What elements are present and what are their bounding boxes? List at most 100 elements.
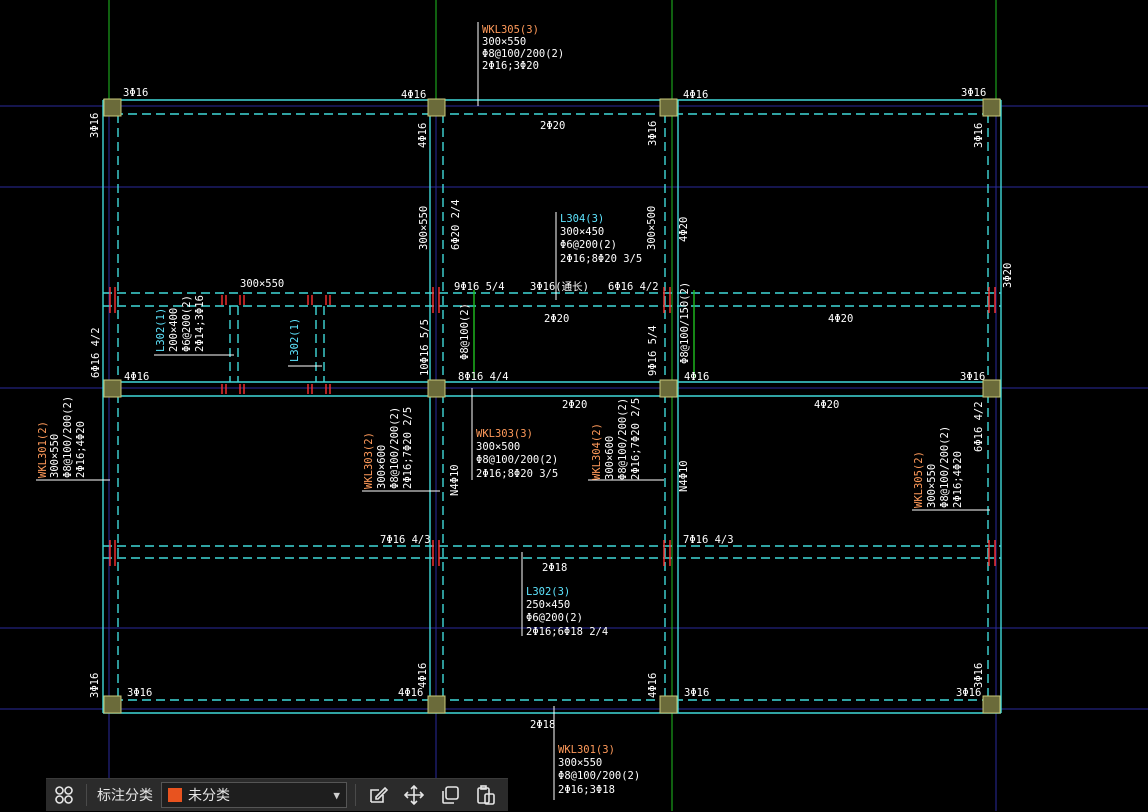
rebar-label: 4Φ16: [124, 371, 149, 383]
rebar-label: 6Φ16 4/2: [90, 327, 102, 378]
rebar-label: 2Φ16;7Φ20 2/5: [402, 407, 414, 489]
rebar-label: 7Φ16 4/3: [683, 534, 734, 546]
column: [103, 379, 122, 398]
rebar-label: 2Φ16;7Φ20 2/5: [630, 398, 642, 480]
rebar-label: 6Φ16 4/2: [973, 401, 985, 452]
beam-section-label: 300×550: [49, 434, 61, 478]
rebar-label: 4Φ20: [828, 313, 853, 325]
beam-name-label: WKL301(2): [37, 421, 49, 478]
rebar-label: 3Φ16: [89, 673, 101, 698]
toolbar-divider: [355, 784, 356, 806]
beam-name-label: WKL305(2): [913, 451, 925, 508]
stirrup-label: Φ8@100/150(2): [679, 282, 691, 364]
stirrup-label: Φ8@100/200(2): [482, 48, 564, 60]
beam-section-label: 300×600: [604, 436, 616, 480]
beam-name-label: WKL305(3): [482, 24, 539, 36]
category-label: 标注分类: [97, 787, 153, 803]
stirrup-label: Φ6@200(2): [181, 295, 193, 352]
beam-section-label: 300×450: [560, 226, 604, 238]
category-dropdown[interactable]: 未分类 ▼: [161, 782, 347, 808]
rebar-label: 2Φ14;3Φ16: [194, 295, 206, 352]
rebar-label: 4Φ16: [683, 89, 708, 101]
rebar-label: 3Φ16: [123, 87, 148, 99]
beam-section-label: 300×600: [376, 445, 388, 489]
rebar-label: 4Φ16: [684, 371, 709, 383]
rebar-label: 3Φ20: [1002, 263, 1014, 288]
rebar-label: 2Φ20: [540, 120, 565, 132]
rebar-label: 6Φ20 2/4: [450, 199, 462, 250]
stirrup-label: Φ6@200(2): [560, 239, 617, 251]
rebar-label: 3Φ16: [973, 123, 985, 148]
rebar-label: 3Φ16: [647, 121, 659, 146]
column: [659, 695, 678, 714]
rebar-label: 9Φ16 5/4: [454, 281, 505, 293]
beam-name-label: L302(3): [526, 586, 570, 598]
rebar-label: 2Φ20: [562, 399, 587, 411]
chevron-down-icon: ▼: [333, 788, 340, 802]
rebar-label: 3Φ16: [960, 371, 985, 383]
rebar-label: 2Φ18: [542, 562, 567, 574]
beam-name-label: L302(1): [155, 308, 167, 352]
beam-section-label: 300×550: [418, 206, 430, 250]
rebar-label: 4Φ16: [417, 123, 429, 148]
stirrup-label: Φ8@100(2): [459, 303, 471, 360]
rebar-label: 3Φ16: [684, 687, 709, 699]
beam-name-label: L304(3): [560, 213, 604, 225]
copy-icon[interactable]: [432, 779, 468, 812]
rebar-label: 4Φ16: [398, 687, 423, 699]
column: [427, 379, 446, 398]
rebar-label: 9Φ16 5/4: [647, 325, 659, 376]
beam-name-label: WKL304(2): [591, 423, 603, 480]
column: [103, 98, 122, 117]
toolbar-divider: [86, 784, 87, 806]
column: [427, 695, 446, 714]
stirrup-label: Φ6@200(2): [526, 612, 583, 624]
beam-name-label: WKL301(3): [558, 744, 615, 756]
rebar-label: 3Φ16(通长): [530, 281, 589, 293]
column: [659, 98, 678, 117]
torsion-rebar-label: N4Φ10: [449, 464, 461, 496]
rebar-label: 3Φ16: [973, 663, 985, 688]
rebar-label: 3Φ16: [127, 687, 152, 699]
rebar-label: 4Φ20: [814, 399, 839, 411]
rebar-label: 4Φ16: [417, 663, 429, 688]
column: [103, 695, 122, 714]
rebar-label: 2Φ16;8Φ20 3/5: [560, 253, 642, 265]
grid-four-icon[interactable]: [46, 779, 82, 812]
stirrup-label: Φ8@100/200(2): [939, 426, 951, 508]
category-color-swatch: [168, 788, 182, 802]
annotation-toolbar: 标注分类 未分类 ▼: [46, 778, 508, 811]
rebar-label: 2Φ16;8Φ20 3/5: [476, 468, 558, 480]
beam-section-label: 300×550: [482, 36, 526, 48]
move-icon[interactable]: [396, 779, 432, 812]
rebar-label: 2Φ18: [530, 719, 555, 731]
beam-section-label: 300×550: [558, 757, 602, 769]
beam-section-label: 300×550: [240, 278, 284, 290]
column: [427, 98, 446, 117]
beam-name-label: WKL303(2): [363, 432, 375, 489]
rebar-label: 3Φ16: [961, 87, 986, 99]
rebar-label: 2Φ16;6Φ18 2/4: [526, 626, 608, 638]
paste-icon[interactable]: [468, 779, 504, 812]
rebar-label: 4Φ16: [401, 89, 426, 101]
column: [659, 379, 678, 398]
beam-section-label: 250×450: [526, 599, 570, 611]
edit-icon[interactable]: [360, 779, 396, 812]
rebar-label: 2Φ20: [544, 313, 569, 325]
beam-section-label: 300×500: [476, 441, 520, 453]
rebar-label: 7Φ16 4/3: [380, 534, 431, 546]
column: [982, 379, 1001, 398]
column: [982, 695, 1001, 714]
beam-name-label: L302(1): [289, 318, 301, 362]
rebar-label: 3Φ16: [956, 687, 981, 699]
rebar-label: 4Φ16: [647, 673, 659, 698]
rebar-label: 6Φ16 4/2: [608, 281, 659, 293]
torsion-rebar-label: N4Φ10: [678, 460, 690, 492]
stirrup-label: Φ8@100/200(2): [62, 396, 74, 478]
cad-drawing-canvas[interactable]: WKL305(3) 300×550 Φ8@100/200(2) 2Φ16;3Φ2…: [0, 0, 1148, 811]
beam-section-label: 300×500: [646, 206, 658, 250]
stirrup-label: Φ8@100/200(2): [617, 398, 629, 480]
stirrup-label: Φ8@100/200(2): [558, 770, 640, 782]
stirrup-label: Φ8@100/200(2): [389, 407, 401, 489]
rebar-label: 2Φ16;3Φ18: [558, 784, 615, 796]
